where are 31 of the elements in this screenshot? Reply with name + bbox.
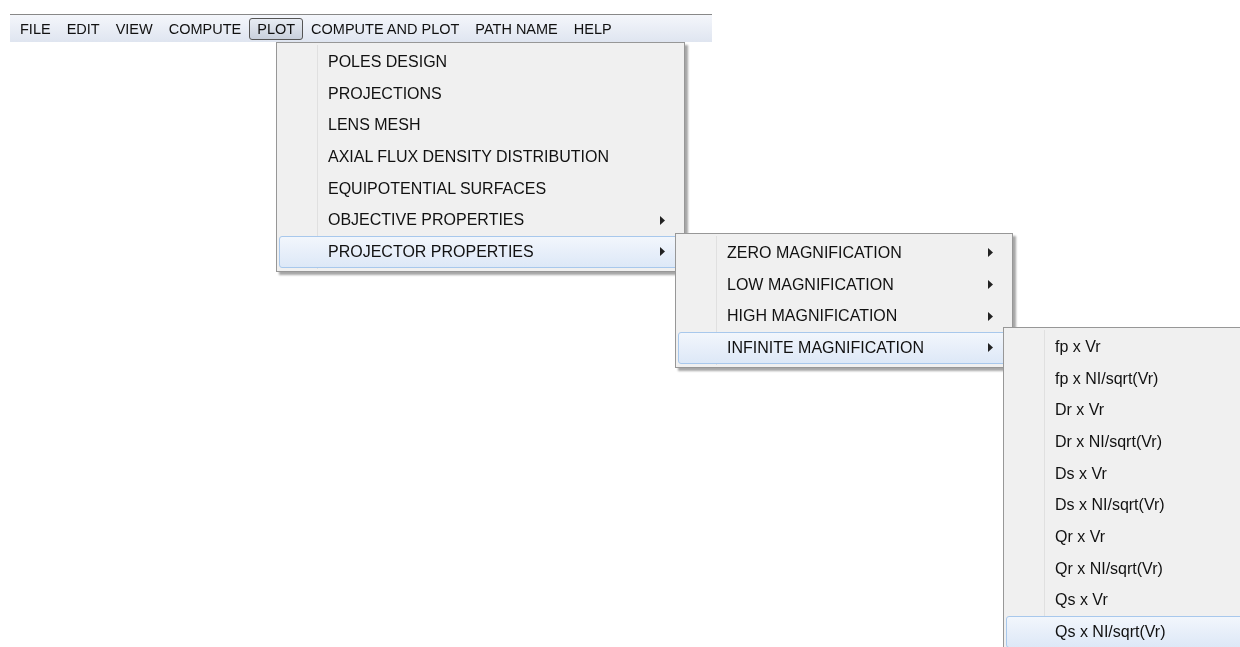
menu-item[interactable]: Dr x NI/sqrt(Vr) xyxy=(1006,426,1240,458)
submenu-arrow-icon xyxy=(988,311,993,321)
menu-bar-item[interactable]: VIEW xyxy=(107,17,161,40)
menu-item[interactable]: LENS MESH xyxy=(279,109,682,142)
menu-item[interactable]: PROJECTIONS xyxy=(279,77,682,110)
menu-item[interactable]: Qr x Vr xyxy=(1006,521,1240,553)
menu-item[interactable]: Ds x NI/sqrt(Vr) xyxy=(1006,489,1240,522)
menu-bar-item[interactable]: EDIT xyxy=(58,17,108,40)
menu-bar-item[interactable]: PATH NAME xyxy=(467,17,566,40)
menu-bar-item[interactable]: FILE xyxy=(12,17,59,40)
menu-bar-item[interactable]: PLOT xyxy=(249,17,304,40)
menu-item[interactable]: fp x NI/sqrt(Vr) xyxy=(1006,362,1240,395)
menu-item[interactable]: HIGH MAGNIFICATION xyxy=(678,300,1010,333)
submenu-arrow-icon xyxy=(660,247,665,257)
menu-item[interactable]: POLES DESIGN xyxy=(279,46,682,78)
submenu-arrow-icon xyxy=(660,215,665,225)
menu-bar-item[interactable]: COMPUTE AND PLOT xyxy=(303,17,468,40)
menu-item[interactable]: Dr x Vr xyxy=(1006,394,1240,427)
menu-bar-item[interactable]: HELP xyxy=(565,17,620,40)
menu-item[interactable]: Ds x Vr xyxy=(1006,457,1240,490)
submenu-arrow-icon xyxy=(988,343,993,353)
menu-item[interactable]: Qs x NI/sqrt(Vr) xyxy=(1006,616,1240,647)
submenu-arrow-icon xyxy=(988,248,993,258)
menu-item[interactable]: Qr x NI/sqrt(Vr) xyxy=(1006,552,1240,585)
submenu-arrow-icon xyxy=(988,280,993,290)
menu-item[interactable]: OBJECTIVE PROPERTIES xyxy=(279,204,682,237)
menu-item[interactable]: Qs x Vr xyxy=(1006,584,1240,617)
menu-item[interactable]: LOW MAGNIFICATION xyxy=(678,268,1010,301)
menu-bar-item[interactable]: COMPUTE xyxy=(160,17,250,40)
menu-item[interactable]: AXIAL FLUX DENSITY DISTRIBUTION xyxy=(279,141,682,173)
menu-item[interactable]: EQUIPOTENTIAL SURFACES xyxy=(279,172,682,205)
